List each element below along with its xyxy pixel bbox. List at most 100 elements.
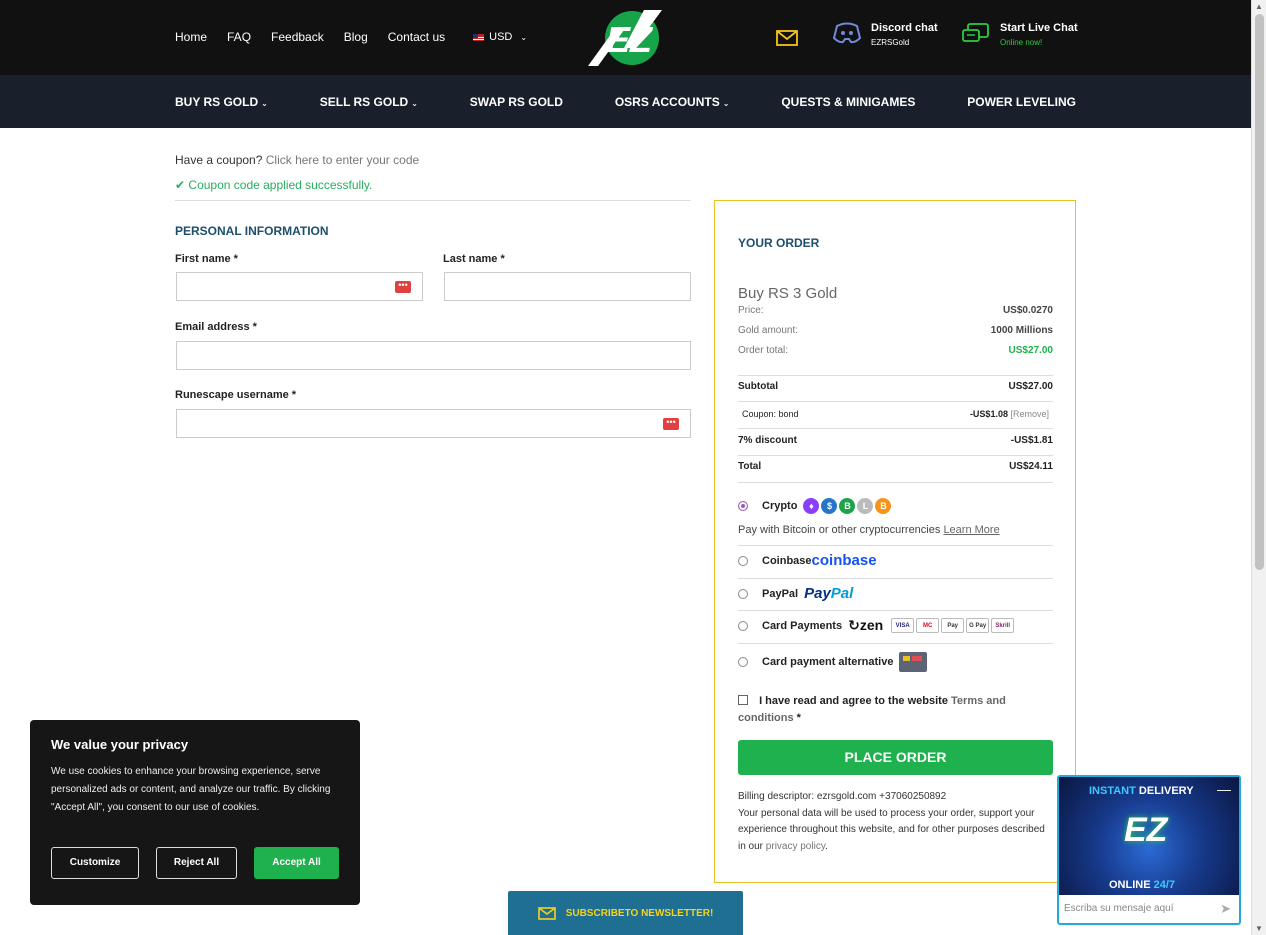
discount-value: -US$1.81 [1010, 435, 1053, 446]
coupon-applied-label: Coupon: bond [742, 409, 799, 419]
cookie-title: We value your privacy [51, 737, 189, 752]
payment-option-card-alternative[interactable]: Card payment alternative [738, 652, 1053, 672]
crypto-description: Pay with Bitcoin or other cryptocurrenci… [738, 524, 1000, 536]
divider [738, 401, 1053, 402]
place-order-button[interactable]: PLACE ORDER [738, 740, 1053, 775]
username-field[interactable]: ••• [176, 409, 691, 438]
coupon-row: Coupon: bond -US$1.08 [Remove] [738, 409, 1053, 419]
last-name-field[interactable] [444, 272, 691, 301]
logo-text: EZ [606, 19, 654, 60]
customize-button[interactable]: Customize [51, 847, 139, 879]
nav-feedback[interactable]: Feedback [271, 30, 324, 44]
product-name: Buy RS 3 Gold [738, 285, 838, 302]
coupon-question: Have a coupon? [175, 153, 263, 167]
mainnav-buy-gold[interactable]: BUY RS GOLD ⌄ [175, 95, 268, 109]
password-manager-icon[interactable]: ••• [663, 418, 679, 430]
chevron-down-icon: ⌄ [261, 99, 268, 108]
terms-checkbox[interactable] [738, 695, 748, 705]
first-name-label: First name * [175, 253, 238, 265]
top-header: Home FAQ Feedback Blog Contact us USD ⌄ … [0, 0, 1251, 75]
paypal-logo: PayPal [804, 585, 853, 602]
scroll-up-arrow-icon[interactable]: ▲ [1255, 2, 1263, 11]
payment-option-crypto[interactable]: Crypto ♦ $ B L B [738, 498, 1053, 514]
scroll-thumb[interactable] [1255, 14, 1264, 570]
divider [738, 545, 1053, 546]
payment-option-paypal[interactable]: PayPal PayPal [738, 585, 1053, 602]
mainnav-osrs-accounts[interactable]: OSRS ACCOUNTS ⌄ [615, 95, 730, 109]
card-brand-icons: VISA MC Pay G Pay Skrill [891, 618, 1015, 633]
logo[interactable]: EZ [584, 8, 670, 68]
chat-title-delivery: DELIVERY [1138, 785, 1194, 797]
visa-icon: VISA [891, 618, 915, 633]
discount-row: 7% discount -US$1.81 [738, 435, 1053, 446]
personal-info-title: PERSONAL INFORMATION [175, 224, 329, 238]
divider [738, 375, 1053, 376]
first-name-field[interactable]: ••• [176, 272, 423, 301]
learn-more-link[interactable]: Learn More [943, 524, 999, 536]
minimize-icon[interactable]: — [1217, 781, 1231, 797]
currency-label: USD [489, 31, 513, 43]
accept-all-button[interactable]: Accept All [254, 847, 339, 879]
order-total-row: Order total: US$27.00 [738, 345, 1053, 356]
chat-online-label: ONLINE [1109, 879, 1151, 891]
chat-bubbles-icon [962, 23, 989, 42]
paypal-logo-pal: Pal [830, 585, 854, 602]
mainnav-quests[interactable]: QUESTS & MINIGAMES [781, 95, 915, 109]
mainnav-sell-gold[interactable]: SELL RS GOLD ⌄ [320, 95, 418, 109]
payment-option-card[interactable]: Card Payments ↻zen VISA MC Pay G Pay Skr… [738, 617, 1053, 634]
discord-icon [833, 22, 861, 44]
crypto-radio[interactable] [738, 501, 748, 511]
chevron-down-icon: ⌄ [411, 99, 418, 108]
nav-blog[interactable]: Blog [344, 30, 368, 44]
nav-home[interactable]: Home [175, 30, 207, 44]
nav-contact[interactable]: Contact us [388, 30, 445, 44]
chevron-down-icon: ⌄ [722, 99, 730, 108]
gold-amount-label: Gold amount: [738, 325, 799, 336]
subtotal-row: Subtotal US$27.00 [738, 381, 1053, 392]
coupon-link[interactable]: Click here to enter your code [266, 153, 419, 167]
billing-descriptor: Billing descriptor: ezrsgold.com +370602… [738, 791, 947, 802]
crypto-icons: ♦ $ B L B [803, 498, 892, 514]
apple-pay-icon: Pay [941, 618, 965, 633]
mail-icon [537, 906, 556, 920]
email-field[interactable] [176, 341, 691, 370]
mainnav-osrs-accounts-label: OSRS ACCOUNTS [614, 95, 720, 109]
discord-chat[interactable]: Discord chat EZRSGold [833, 22, 938, 47]
currency-selector[interactable]: USD ⌄ [473, 30, 527, 44]
scroll-down-arrow-icon[interactable]: ▼ [1255, 924, 1263, 933]
price-label: Price: [738, 305, 764, 316]
username-label: Runescape username * [175, 389, 297, 401]
subtotal-value: US$27.00 [1008, 381, 1053, 392]
card-radio[interactable] [738, 620, 748, 631]
mainnav-buy-gold-label: BUY RS GOLD [175, 95, 259, 109]
chat-widget[interactable]: INSTANT DELIVERY — EZ ONLINE 24/7 Escrib… [1057, 775, 1241, 925]
paypal-radio[interactable] [738, 588, 748, 599]
mail-icon[interactable] [776, 30, 798, 46]
terms-text: I have read and agree to the website [759, 695, 948, 707]
email-label: Email address * [175, 321, 257, 333]
page-scrollbar[interactable]: ▲ ▼ [1251, 0, 1266, 935]
chat-title-instant: INSTANT [1089, 785, 1136, 797]
coinbase-radio[interactable] [738, 555, 748, 566]
reject-all-button[interactable]: Reject All [156, 847, 237, 879]
nav-faq[interactable]: FAQ [227, 30, 251, 44]
privacy-period: . [825, 840, 828, 852]
send-icon[interactable]: ➤ [1220, 901, 1231, 917]
mainnav-swap-gold[interactable]: SWAP RS GOLD [470, 95, 563, 109]
discount-label: 7% discount [738, 435, 797, 446]
live-chat-title: Start Live Chat [1000, 22, 1078, 34]
credit-card-icon [899, 652, 928, 672]
privacy-policy-link[interactable]: privacy policy [766, 841, 825, 852]
coupon-prompt: Have a coupon? Click here to enter your … [175, 153, 419, 167]
mainnav-power-leveling[interactable]: POWER LEVELING [967, 95, 1076, 109]
chat-message-input[interactable]: Escriba su mensaje aquí [1064, 903, 1174, 914]
coinbase-label: Coinbase [762, 554, 812, 567]
payment-option-coinbase[interactable]: Coinbase coinbase [738, 552, 1053, 569]
password-manager-icon[interactable]: ••• [395, 281, 411, 293]
mainnav-sell-gold-label: SELL RS GOLD [319, 95, 409, 109]
order-title: YOUR ORDER [738, 236, 820, 250]
newsletter-button[interactable]: SUBSCRIBETO NEWSLETTER! [508, 891, 743, 935]
live-chat-link[interactable]: Start Live Chat Online now! [962, 22, 1078, 47]
card-alt-radio[interactable] [738, 657, 748, 667]
remove-coupon-link[interactable]: [Remove] [1010, 409, 1049, 419]
